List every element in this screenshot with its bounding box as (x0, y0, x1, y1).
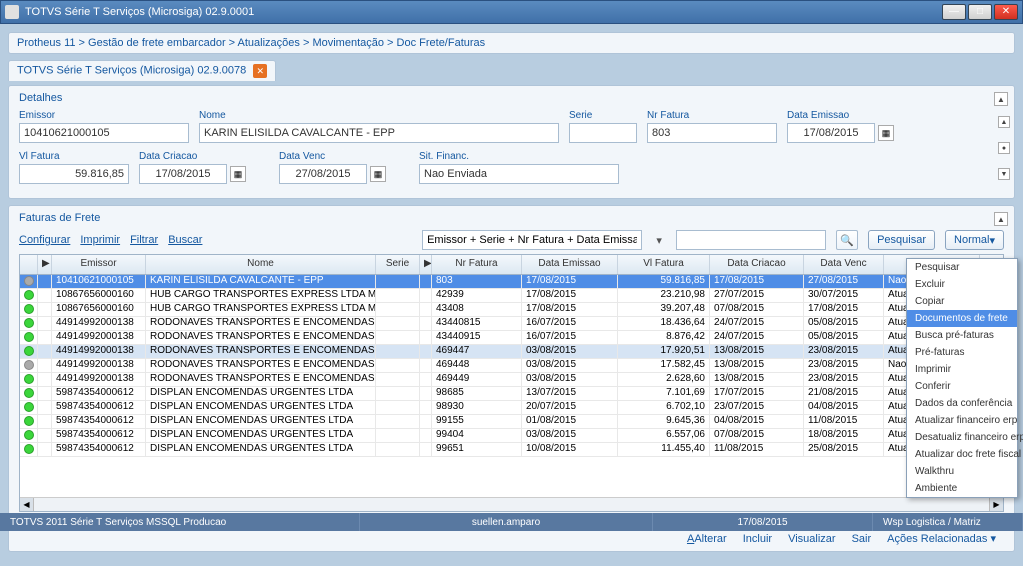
nome-field[interactable] (199, 123, 559, 143)
table-row[interactable]: 44914992000138RODONAVES TRANSPORTES E EN… (20, 373, 1003, 387)
table-row[interactable]: 44914992000138RODONAVES TRANSPORTES E EN… (20, 345, 1003, 359)
ctx-item[interactable]: Atualizar doc frete fiscal erp (907, 446, 1017, 463)
link-filtrar[interactable]: Filtrar (130, 234, 158, 246)
action-acoes[interactable]: Ações Relacionadas ▾ (887, 532, 996, 545)
status-dot-icon (24, 346, 34, 356)
grid-header: ▶ Emissor Nome Serie ▶ Nr Fatura Data Em… (20, 255, 1003, 275)
vlfatura-field[interactable] (19, 164, 129, 184)
ctx-item[interactable]: Ambiente (907, 480, 1017, 497)
statusbar: TOTVS 2011 Série T Serviços MSSQL Produc… (0, 513, 1023, 531)
ctx-item[interactable]: Walkthru (907, 463, 1017, 480)
window-title: TOTVS Série T Serviços (Microsiga) 02.9.… (25, 6, 942, 18)
status-dot-icon (24, 360, 34, 370)
app-icon (5, 5, 19, 19)
tab-close-icon[interactable]: ✕ (253, 64, 267, 78)
link-imprimir[interactable]: Imprimir (80, 234, 120, 246)
table-row[interactable]: 59874354000612DISPLAN ENCOMENDAS URGENTE… (20, 401, 1003, 415)
emissor-field[interactable] (19, 123, 189, 143)
faturas-panel: Faturas de Frete ▲ Configurar Imprimir F… (8, 205, 1015, 552)
tab-main[interactable]: TOTVS Série T Serviços (Microsiga) 02.9.… (8, 60, 276, 81)
search-mode-select[interactable] (422, 230, 642, 250)
scroll-dot[interactable]: ● (998, 142, 1010, 154)
normal-button[interactable]: Normal ▾ (945, 230, 1004, 250)
maximize-button[interactable]: □ (968, 4, 992, 20)
table-row[interactable]: 59874354000612DISPLAN ENCOMENDAS URGENTE… (20, 387, 1003, 401)
ctx-item[interactable]: Documentos de frete (907, 310, 1017, 327)
dataemissao-field[interactable] (787, 123, 875, 143)
status-dot-icon (24, 444, 34, 454)
ctx-item[interactable]: Conferir (907, 378, 1017, 395)
status-dot-icon (24, 332, 34, 342)
scroll-down-icon[interactable]: ▼ (998, 168, 1010, 180)
dropdown-icon[interactable]: ▾ (652, 234, 666, 247)
ctx-item[interactable]: Copiar (907, 293, 1017, 310)
ctx-item[interactable]: Atualizar financeiro erp (907, 412, 1017, 429)
h-scrollbar[interactable]: ◀ ▶ (20, 497, 1003, 511)
datacriacao-field[interactable] (139, 164, 227, 184)
table-row[interactable]: 59874354000612DISPLAN ENCOMENDAS URGENTE… (20, 429, 1003, 443)
faturas-title: Faturas de Frete (19, 212, 1004, 224)
calendar-icon[interactable]: ▦ (230, 166, 246, 182)
serie-field[interactable] (569, 123, 637, 143)
status-dot-icon (24, 388, 34, 398)
status-dot-icon (24, 416, 34, 426)
action-incluir[interactable]: Incluir (743, 533, 772, 545)
table-row[interactable]: 10867656000160HUB CARGO TRANSPORTES EXPR… (20, 289, 1003, 303)
status-dot-icon (24, 276, 34, 286)
context-menu: PesquisarExcluirCopiarDocumentos de fret… (906, 258, 1018, 498)
collapse-detalhes[interactable]: ▲ (994, 92, 1008, 106)
ctx-item[interactable]: Dados da conferência (907, 395, 1017, 412)
search-input[interactable] (676, 230, 826, 250)
scroll-up-icon[interactable]: ▲ (998, 116, 1010, 128)
status-dot-icon (24, 430, 34, 440)
table-row[interactable]: 44914992000138RODONAVES TRANSPORTES E EN… (20, 317, 1003, 331)
table-row[interactable]: 44914992000138RODONAVES TRANSPORTES E EN… (20, 359, 1003, 373)
action-alterar[interactable]: AAlterar (687, 533, 727, 545)
status-dot-icon (24, 304, 34, 314)
filter-icon[interactable]: 🔍 (836, 230, 858, 250)
ctx-item[interactable]: Pré-faturas (907, 344, 1017, 361)
ctx-item[interactable]: Excluir (907, 276, 1017, 293)
datavenc-field[interactable] (279, 164, 367, 184)
table-row[interactable]: 59874354000612DISPLAN ENCOMENDAS URGENTE… (20, 443, 1003, 457)
minimize-button[interactable]: — (942, 4, 966, 20)
ctx-item[interactable]: Busca pré-faturas (907, 327, 1017, 344)
status-dot-icon (24, 318, 34, 328)
ctx-item[interactable]: Desatualiz financeiro erp (907, 429, 1017, 446)
action-sair[interactable]: Sair (852, 533, 872, 545)
table-row[interactable]: 44914992000138RODONAVES TRANSPORTES E EN… (20, 331, 1003, 345)
calendar-icon[interactable]: ▦ (370, 166, 386, 182)
detalhes-panel: Detalhes ▲ Emissor Nome Serie Nr Fatura … (8, 85, 1015, 199)
sitfinanc-field[interactable] (419, 164, 619, 184)
status-dot-icon (24, 402, 34, 412)
table-row[interactable]: 10867656000160HUB CARGO TRANSPORTES EXPR… (20, 303, 1003, 317)
ctx-item[interactable]: Imprimir (907, 361, 1017, 378)
nrfatura-field[interactable] (647, 123, 777, 143)
grid: ▶ Emissor Nome Serie ▶ Nr Fatura Data Em… (19, 254, 1004, 512)
collapse-faturas[interactable]: ▲ (994, 212, 1008, 226)
link-configurar[interactable]: Configurar (19, 234, 70, 246)
ctx-item[interactable]: Pesquisar (907, 259, 1017, 276)
status-dot-icon (24, 290, 34, 300)
status-dot-icon (24, 374, 34, 384)
action-visualizar[interactable]: Visualizar (788, 533, 836, 545)
link-buscar[interactable]: Buscar (168, 234, 202, 246)
calendar-icon[interactable]: ▦ (878, 125, 894, 141)
scroll-left-icon[interactable]: ◀ (20, 498, 34, 511)
table-row[interactable]: 10410621000105KARIN ELISILDA CAVALCANTE … (20, 275, 1003, 289)
pesquisar-button[interactable]: Pesquisar (868, 230, 935, 250)
breadcrumb[interactable]: Protheus 11 > Gestão de frete embarcador… (8, 32, 1015, 54)
scroll-right-icon[interactable]: ▶ (989, 498, 1003, 511)
titlebar: TOTVS Série T Serviços (Microsiga) 02.9.… (0, 0, 1023, 24)
table-row[interactable]: 59874354000612DISPLAN ENCOMENDAS URGENTE… (20, 415, 1003, 429)
close-button[interactable]: ✕ (994, 4, 1018, 20)
detalhes-title: Detalhes (19, 92, 1004, 104)
